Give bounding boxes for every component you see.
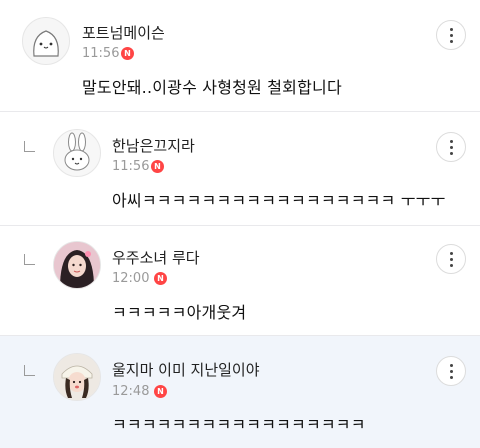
- reply-indent-icon: [24, 254, 35, 265]
- comment-item: 울지마 이미 지난일이야 12:48 N ㅋㅋㅋㅋㅋㅋㅋㅋㅋㅋㅋㅋㅋㅋㅋㅋㅋ: [0, 336, 480, 448]
- new-badge: N: [154, 272, 167, 285]
- comment-time: 12:00: [112, 271, 150, 286]
- comment-text: ㅋㅋㅋㅋㅋㅋㅋㅋㅋㅋㅋㅋㅋㅋㅋㅋㅋ: [112, 415, 366, 434]
- avatar[interactable]: [53, 241, 101, 289]
- avatar[interactable]: [53, 129, 101, 177]
- new-badge: N: [154, 385, 167, 398]
- comment-nickname[interactable]: 포트넘메이슨: [82, 22, 165, 43]
- reply-indent-icon: [24, 141, 35, 152]
- reply-indent-icon: [24, 365, 35, 376]
- comment-item: 한남은끄지라 11:56 N 아씨ㅋㅋㅋㅋㅋㅋㅋㅋㅋㅋㅋㅋㅋㅋㅋㅋㅋ ㅜㅜㅜ: [0, 112, 480, 226]
- more-options-button[interactable]: [436, 244, 466, 274]
- more-options-button[interactable]: [436, 132, 466, 162]
- comment-text: 아씨ㅋㅋㅋㅋㅋㅋㅋㅋㅋㅋㅋㅋㅋㅋㅋㅋㅋ ㅜㅜㅜ: [112, 191, 446, 210]
- comment-nickname[interactable]: 울지마 이미 지난일이야: [112, 359, 260, 380]
- comment-nickname[interactable]: 우주소녀 루다: [112, 247, 200, 268]
- comment-time: 12:48: [112, 384, 150, 399]
- new-badge: N: [121, 47, 134, 60]
- more-vertical-icon: [449, 27, 453, 43]
- avatar[interactable]: [22, 17, 70, 65]
- more-vertical-icon: [449, 363, 453, 379]
- comment-time: 11:56: [112, 159, 150, 174]
- comment-item: 포트넘메이슨 11:56 N 말도안돼..이광수 사형청원 철회합니다: [0, 0, 480, 112]
- comment-text: ㅋㅋㅋㅋㅋ아개웃겨: [112, 303, 247, 322]
- more-vertical-icon: [449, 251, 453, 267]
- more-vertical-icon: [449, 139, 453, 155]
- more-options-button[interactable]: [436, 20, 466, 50]
- comment-nickname[interactable]: 한남은끄지라: [112, 135, 195, 156]
- avatar[interactable]: [53, 353, 101, 401]
- comment-time: 11:56: [82, 46, 120, 61]
- new-badge: N: [151, 160, 164, 173]
- comment-item: 우주소녀 루다 12:00 N ㅋㅋㅋㅋㅋ아개웃겨: [0, 226, 480, 336]
- comment-text: 말도안돼..이광수 사형청원 철회합니다: [82, 78, 342, 97]
- more-options-button[interactable]: [436, 356, 466, 386]
